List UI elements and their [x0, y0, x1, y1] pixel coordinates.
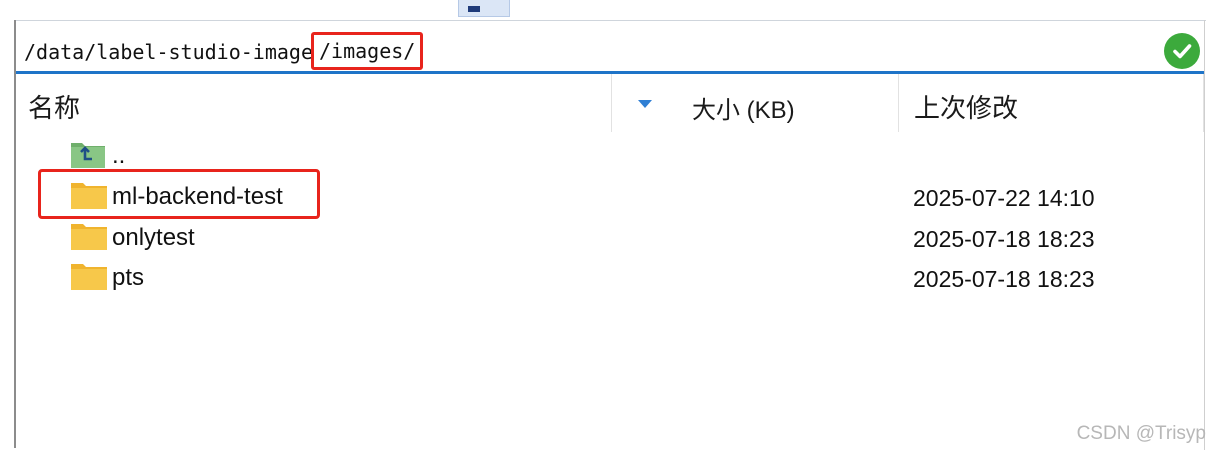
column-divider[interactable]: [1203, 74, 1204, 132]
check-circle-icon: [1164, 33, 1200, 69]
column-header-row: 名称 大小 (KB) 上次修改: [16, 74, 1204, 134]
column-divider[interactable]: [898, 74, 899, 132]
path-prefix: /data/label-studio-image: [24, 40, 313, 64]
column-divider[interactable]: [611, 74, 612, 132]
folder-icon: [70, 180, 108, 210]
file-modified: 2025-07-22 14:10: [913, 185, 1095, 211]
path-bar[interactable]: /data/label-studio-image/images/: [16, 21, 1204, 74]
list-item-folder[interactable]: pts 2025-07-18 18:23: [16, 258, 1204, 298]
file-modified: 2025-07-18 18:23: [913, 266, 1095, 292]
toolbar-button-stub[interactable]: [458, 0, 510, 17]
column-header-size[interactable]: 大小 (KB): [692, 90, 795, 125]
file-name: pts: [112, 264, 145, 291]
file-name: ..: [112, 142, 126, 169]
file-modified: 2025-07-18 18:23: [913, 226, 1095, 252]
list-item-folder[interactable]: ml-backend-test 2025-07-22 14:10: [16, 169, 1204, 219]
file-list: .. ml-backend-test 2025-07-22 14:10 only…: [16, 134, 1204, 434]
toolbar-stub-glyph: [468, 6, 480, 12]
sort-descending-icon: [638, 100, 652, 108]
folder-icon: [70, 221, 108, 251]
path-input[interactable]: /data/label-studio-image/images/: [24, 32, 424, 70]
column-header-name[interactable]: 名称: [28, 88, 80, 125]
file-name: onlytest: [112, 224, 195, 251]
parent-folder-icon: [70, 139, 108, 169]
path-highlight-segment: /images/: [310, 32, 424, 70]
watermark: CSDN @Trisyp: [1076, 423, 1206, 444]
list-item-folder[interactable]: onlytest 2025-07-18 18:23: [16, 218, 1204, 258]
folder-icon: [70, 261, 108, 291]
column-header-modified[interactable]: 上次修改: [914, 88, 1018, 125]
pane-right-border: [1204, 20, 1205, 450]
file-name: ml-backend-test: [112, 183, 283, 210]
